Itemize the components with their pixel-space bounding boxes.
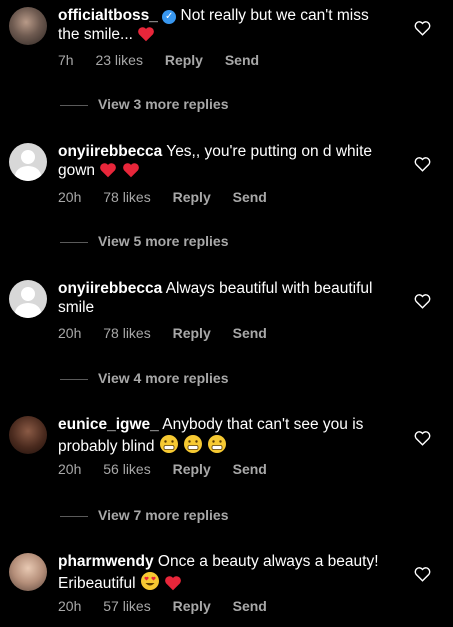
reply-button[interactable]: Reply xyxy=(173,325,211,341)
reply-button[interactable]: Reply xyxy=(165,52,203,68)
username[interactable]: eunice_igwe_ xyxy=(58,416,159,433)
comment-text: onyiirebbecca Yes,, you're putting on d … xyxy=(58,142,388,180)
comment-text: eunice_igwe_ Anybody that can't see you … xyxy=(58,415,388,456)
username[interactable]: pharmwendy xyxy=(58,553,154,570)
red-heart-icon xyxy=(122,163,139,178)
red-heart-icon xyxy=(165,576,182,591)
send-button[interactable]: Send xyxy=(233,598,267,614)
view-replies-label: View 3 more replies xyxy=(98,96,229,112)
like-heart-icon[interactable] xyxy=(414,156,431,172)
avatar[interactable] xyxy=(9,7,47,45)
like-heart-icon[interactable] xyxy=(414,20,431,36)
heart-eyes-face-icon xyxy=(140,572,159,590)
grimacing-face-icon xyxy=(159,435,178,453)
reply-button[interactable]: Reply xyxy=(173,598,211,614)
avatar[interactable] xyxy=(9,416,47,454)
view-replies-link[interactable]: View 5 more replies xyxy=(60,233,228,249)
red-heart-icon xyxy=(100,163,117,178)
replies-divider xyxy=(60,241,88,243)
comment-meta: 20h 56 likes Reply Send xyxy=(58,461,285,477)
comment-meta: 7h 23 likes Reply Send xyxy=(58,52,277,68)
red-heart-icon xyxy=(138,27,155,42)
view-replies-link[interactable]: View 3 more replies xyxy=(60,96,228,112)
view-replies-label: View 7 more replies xyxy=(98,507,229,523)
replies-divider xyxy=(60,378,88,380)
like-heart-icon[interactable] xyxy=(414,566,431,582)
reply-button[interactable]: Reply xyxy=(173,461,211,477)
reply-button[interactable]: Reply xyxy=(173,189,211,205)
comment-time: 20h xyxy=(58,189,82,205)
grimacing-face-icon xyxy=(184,435,203,453)
comment-meta: 20h 78 likes Reply Send xyxy=(58,325,285,341)
avatar[interactable] xyxy=(9,280,47,318)
verified-badge-icon: ✓ xyxy=(162,10,177,24)
comment-text: officialtboss_ ✓ Not really but we can't… xyxy=(58,6,388,44)
like-heart-icon[interactable] xyxy=(414,430,431,446)
username[interactable]: officialtboss_ xyxy=(58,7,158,24)
replies-divider xyxy=(60,104,88,106)
grimacing-face-icon xyxy=(208,435,227,453)
like-heart-icon[interactable] xyxy=(414,293,431,309)
send-button[interactable]: Send xyxy=(233,325,267,341)
like-count[interactable]: 57 likes xyxy=(103,598,150,614)
send-button[interactable]: Send xyxy=(233,189,267,205)
avatar[interactable] xyxy=(9,143,47,181)
like-count[interactable]: 56 likes xyxy=(103,461,150,477)
view-replies-label: View 5 more replies xyxy=(98,233,229,249)
comment-text: onyiirebbecca Always beautiful with beau… xyxy=(58,279,388,317)
like-count[interactable]: 78 likes xyxy=(103,325,150,341)
comment-time: 20h xyxy=(58,325,82,341)
comment-time: 20h xyxy=(58,598,82,614)
comment-time: 20h xyxy=(58,461,82,477)
comment-meta: 20h 78 likes Reply Send xyxy=(58,189,285,205)
comment-meta: 20h 57 likes Reply Send xyxy=(58,598,285,614)
username[interactable]: onyiirebbecca xyxy=(58,143,162,160)
view-replies-link[interactable]: View 7 more replies xyxy=(60,507,228,523)
send-button[interactable]: Send xyxy=(225,52,259,68)
comment-time: 7h xyxy=(58,52,74,68)
like-count[interactable]: 23 likes xyxy=(95,52,142,68)
replies-divider xyxy=(60,515,88,517)
like-count[interactable]: 78 likes xyxy=(103,189,150,205)
view-replies-link[interactable]: View 4 more replies xyxy=(60,370,228,386)
view-replies-label: View 4 more replies xyxy=(98,370,229,386)
username[interactable]: onyiirebbecca xyxy=(58,280,162,297)
comment-text: pharmwendy Once a beauty always a beauty… xyxy=(58,552,388,593)
avatar[interactable] xyxy=(9,553,47,591)
send-button[interactable]: Send xyxy=(233,461,267,477)
